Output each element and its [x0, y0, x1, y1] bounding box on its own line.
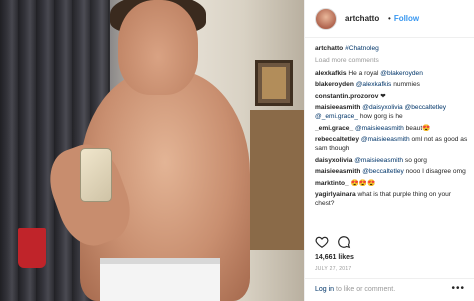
- comment-row: blakeroyden @alexkafkis nummies: [315, 80, 471, 89]
- login-prompt: Log in to like or comment.: [315, 286, 395, 293]
- comment-username[interactable]: maisieeasmith: [315, 104, 360, 111]
- comment-icon[interactable]: [337, 235, 351, 249]
- load-more-comments[interactable]: Load more comments: [315, 56, 471, 65]
- comment-username[interactable]: alexkafkis: [315, 70, 347, 77]
- post-photo[interactable]: [0, 0, 304, 301]
- post-footer: Log in to like or comment. •••: [305, 278, 474, 301]
- photo-phone: [80, 148, 112, 202]
- comment-text-rest: so gorg: [403, 156, 427, 164]
- comment-text-rest: nummies: [391, 81, 420, 88]
- comment-row: constantin.prozorov ❤: [315, 92, 471, 101]
- comment-text: He a royal: [348, 69, 381, 77]
- comment-row: maisieeasmith @beccaltetley nooo I disag…: [315, 167, 471, 176]
- photo-wall-art: [255, 60, 293, 106]
- comment-username[interactable]: maisieeasmith: [315, 168, 360, 175]
- action-bar: [315, 235, 465, 251]
- comment-row: yagirlyainara what is that purple thing …: [315, 190, 471, 208]
- comment-text-rest: beaut😍: [403, 124, 431, 132]
- login-rest: to like or comment.: [334, 286, 396, 293]
- comment-row: rebeccaltetley @maisieeasmith oml not as…: [315, 135, 471, 153]
- follow-button[interactable]: • Follow: [388, 14, 419, 23]
- post-side-panel: artchatto • Follow artchatto #Chatnoleg L…: [304, 0, 474, 301]
- comment-row: alexkafkis He a royal @blakeroyden: [315, 69, 471, 78]
- comment-text-rest: nooo I disagree omg: [403, 168, 466, 175]
- comment-username[interactable]: constantin.prozorov: [315, 93, 378, 100]
- comment-mention[interactable]: @maisieeasmith: [354, 157, 403, 164]
- comment-mention[interactable]: @maisieeasmith: [361, 136, 410, 143]
- comment-text-rest: 😍😍😍: [350, 179, 376, 187]
- photo-red-cup: [18, 228, 46, 268]
- likes-count[interactable]: 14,661 likes: [315, 254, 354, 261]
- photo-dresser: [250, 110, 304, 250]
- comment-mention[interactable]: @beccaltetley: [362, 168, 404, 175]
- photo-shorts: [100, 258, 220, 301]
- post-date: JULY 27, 2017: [315, 266, 352, 272]
- caption: artchatto #Chatnoleg: [315, 44, 471, 53]
- comment-mention[interactable]: @blakeroyden: [380, 70, 423, 77]
- comment-username[interactable]: _emi.grace_: [315, 125, 353, 132]
- comment-text-rest: ❤: [380, 92, 386, 100]
- follow-label[interactable]: Follow: [394, 14, 419, 23]
- photo-head: [118, 0, 198, 95]
- comment-text-rest: how gorg is he: [357, 113, 403, 120]
- comment-username[interactable]: blakeroyden: [315, 81, 354, 88]
- comment-username[interactable]: daisyxolivia: [315, 157, 352, 164]
- comment-row: maisieeasmith @daisyxolivia @beccaltetle…: [315, 103, 471, 121]
- comment-row: _emi.grace_ @maisieeasmith beaut😍: [315, 124, 471, 133]
- instagram-post: artchatto • Follow artchatto #Chatnoleg L…: [0, 0, 474, 301]
- comment-username[interactable]: marktinto_: [315, 180, 349, 187]
- more-icon[interactable]: •••: [451, 283, 465, 294]
- comment-row: marktinto_ 😍😍😍: [315, 179, 471, 188]
- comment-mention[interactable]: @alexkafkis: [356, 81, 392, 88]
- post-header: artchatto • Follow: [305, 0, 474, 38]
- heart-icon[interactable]: [315, 235, 329, 249]
- comment-row: daisyxolivia @maisieeasmith so gorg: [315, 156, 471, 165]
- login-link[interactable]: Log in: [315, 286, 334, 293]
- header-username[interactable]: artchatto: [345, 14, 379, 23]
- caption-username[interactable]: artchatto: [315, 45, 343, 52]
- comment-mention[interactable]: @maisieeasmith: [355, 125, 404, 132]
- comments-list: artchatto #Chatnoleg Load more comments …: [315, 44, 471, 211]
- comment-username[interactable]: rebeccaltetley: [315, 136, 359, 143]
- separator-dot: •: [388, 14, 391, 23]
- caption-hashtag[interactable]: #Chatnoleg: [345, 45, 379, 52]
- avatar[interactable]: [315, 8, 337, 30]
- comment-username[interactable]: yagirlyainara: [315, 191, 356, 198]
